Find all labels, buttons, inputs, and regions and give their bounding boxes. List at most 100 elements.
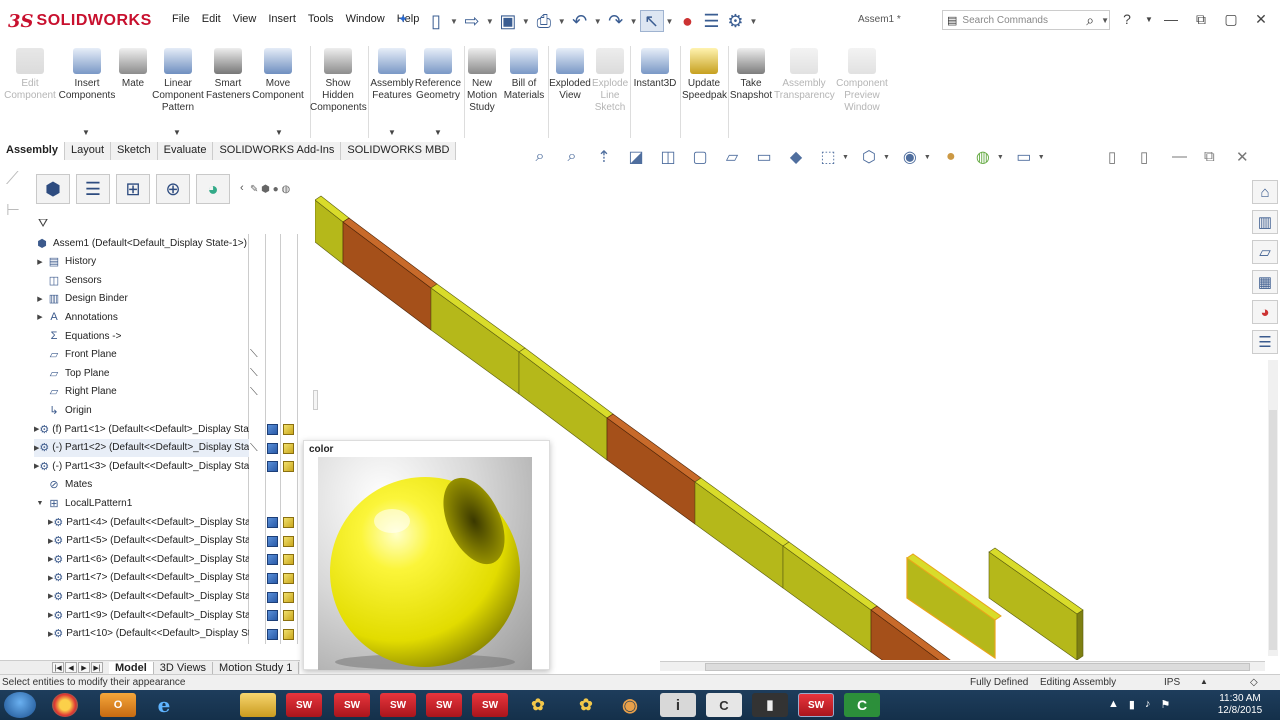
hidden-plane-icon[interactable]: ⟍ [250, 367, 258, 380]
display-state-icon[interactable] [267, 461, 278, 472]
move-component-button[interactable]: Move Component [250, 48, 306, 102]
tree-item-right-plane[interactable]: ▱ Right Plane [34, 383, 249, 401]
viewport-restore-icon[interactable]: ⧉ [1204, 148, 1215, 165]
appearance-icon[interactable] [283, 592, 294, 603]
appearance-icon[interactable] [283, 573, 294, 584]
display-state-icon[interactable] [267, 592, 278, 603]
collapse-icon[interactable]: ▼ [34, 500, 46, 507]
tree-item-part1-2[interactable]: ▶ ⚙ (-) Part1<2> (Default<<Default>_Displ… [34, 438, 249, 457]
custom-properties-icon[interactable]: ☰ [1252, 330, 1278, 354]
chevron-down-icon[interactable]: ▼ [522, 17, 530, 26]
feature-tree-tab[interactable]: ⬢ [36, 174, 70, 204]
expand-icon[interactable]: ▶ [34, 295, 46, 303]
hidden-icon[interactable]: ⟍ [250, 442, 258, 455]
property-manager-tab[interactable]: ☰ [76, 174, 110, 204]
expand-icon[interactable]: ▶ [34, 313, 46, 321]
apply-scene-icon[interactable]: ◍ [971, 146, 995, 168]
smart-dimension-icon[interactable]: ⊢ [6, 200, 20, 220]
solidworks-icon[interactable]: SW [472, 693, 508, 717]
pin-icon[interactable]: ✦ [398, 12, 408, 26]
outlook-icon[interactable]: O [100, 693, 136, 717]
viewport-minimize-icon[interactable]: — [1172, 148, 1187, 165]
tree-item-part1-9[interactable]: ▶ ⚙ Part1<9> (Default<<Default>_Display S… [34, 606, 249, 624]
solidworks-tool-icon[interactable]: ✿ [568, 693, 604, 717]
next-tab-icon[interactable]: ▶ [78, 662, 90, 673]
tree-item-equations[interactable]: Σ Equations -> [34, 327, 249, 345]
tree-item-front-plane[interactable]: ▱ Front Plane [34, 346, 249, 364]
hide-show-items-icon[interactable]: ◉ [898, 146, 922, 168]
tree-item-part1-4[interactable]: ▶ ⚙ Part1<4> (Default<<Default>_Display S… [34, 513, 249, 531]
zoom-to-area-icon[interactable]: ⌕ [560, 146, 584, 168]
take-snapshot-button[interactable]: Take Snapshot [728, 48, 774, 102]
smart-fasteners-button[interactable]: Smart Fasteners [206, 48, 250, 102]
display-state-icon[interactable] [267, 629, 278, 640]
menu-tools[interactable]: Tools [308, 13, 334, 25]
last-tab-icon[interactable]: ▶| [91, 662, 103, 673]
tree-item-top-plane[interactable]: ▱ Top Plane [34, 364, 249, 382]
mate-button[interactable]: Mate [116, 48, 150, 90]
tab-3d-views[interactable]: 3D Views [154, 661, 214, 674]
bill-of-materials-button[interactable]: Bill of Materials [502, 48, 546, 102]
print-icon[interactable]: ⎙ [532, 10, 556, 32]
tab-solidworks-add-ins[interactable]: SOLIDWORKS Add-Ins [213, 142, 342, 160]
tree-item-mates[interactable]: ⊘ Mates [34, 476, 249, 494]
linear-component-pattern-button[interactable]: Linear Component Pattern [150, 48, 206, 114]
tab-solidworks-mbd[interactable]: SOLIDWORKS MBD [341, 142, 457, 160]
solidworks-icon[interactable]: SW [426, 693, 462, 717]
filter-icon[interactable]: ⛛ [38, 216, 48, 231]
chevron-down-icon[interactable]: ▼ [749, 17, 757, 26]
configuration-manager-tab[interactable]: ⊞ [116, 174, 150, 204]
appearance-icon[interactable] [283, 517, 294, 528]
tab-layout[interactable]: Layout [64, 142, 112, 160]
options-gear-icon[interactable]: ⚙ [723, 10, 747, 32]
chevron-down-icon[interactable]: ▼ [173, 128, 181, 137]
system-clock[interactable]: 11:30 AM 12/8/2015 [1208, 693, 1272, 717]
minimize-icon[interactable]: — [1158, 8, 1184, 30]
insert-components-button[interactable]: Insert Components [58, 48, 116, 102]
solidworks-icon[interactable]: SW [380, 693, 416, 717]
chevron-down-icon[interactable]: ▼ [1101, 16, 1109, 25]
dynamic-annotation-icon[interactable]: ◫ [656, 146, 680, 168]
chevron-down-icon[interactable]: ▼ [486, 17, 494, 26]
viewport-collapse-icon[interactable]: ▯ [1108, 148, 1116, 166]
network-icon[interactable]: ▮ [1129, 698, 1135, 711]
previous-tab-icon[interactable]: ◀ [65, 662, 77, 673]
search-icon[interactable]: ⌕ [1086, 12, 1096, 29]
info-app-icon[interactable]: i [660, 693, 696, 717]
menu-insert[interactable]: Insert [268, 13, 296, 25]
appearance-icon[interactable] [283, 554, 294, 565]
display-state-icon[interactable] [267, 517, 278, 528]
rebuild-traffic-light-icon[interactable]: ● [675, 10, 699, 32]
update-speedpak-button[interactable]: Update Speedpak [682, 48, 727, 102]
assembly-features-button[interactable]: Assembly Features [370, 48, 414, 102]
display-state-icon[interactable] [267, 573, 278, 584]
solidworks-logo[interactable]: 3S SOLIDWORKS [8, 8, 151, 34]
display-manager-tab[interactable]: ◕ [196, 174, 230, 204]
display-state-icon[interactable] [267, 424, 278, 435]
show-hidden-icons-icon[interactable]: ▲ [1108, 698, 1119, 711]
panel-splitter-handle[interactable] [313, 390, 318, 410]
appearance-icon[interactable] [283, 536, 294, 547]
show-hidden-components-button[interactable]: Show Hidden Components [310, 48, 367, 114]
chevron-down-icon[interactable]: ▼ [388, 128, 396, 137]
display-state-icon[interactable] [267, 610, 278, 621]
tree-item-annotations[interactable]: ▶ A Annotations [34, 308, 249, 326]
select-cursor-icon[interactable]: ↖ [639, 10, 664, 32]
solidworks-resources-home-icon[interactable]: ⌂ [1252, 180, 1278, 204]
file-properties-icon[interactable]: ☰ [699, 10, 723, 32]
solidworks-tool-icon[interactable]: ✿ [520, 693, 556, 717]
search-commands-box[interactable]: ▤ Search Commands ⌕ ▼ [942, 10, 1110, 30]
view-front-icon[interactable]: ▢ [688, 146, 712, 168]
tree-item-part1-10[interactable]: ▶ ⚙ Part1<10> (Default<<Default>_Display … [34, 625, 249, 643]
chevron-down-icon[interactable]: ▼ [594, 17, 602, 26]
redo-icon[interactable]: ↷ [604, 10, 628, 32]
viewport-close-icon[interactable]: ✕ [1236, 148, 1249, 166]
tree-root-assembly[interactable]: ⬢ Assem1 (Default<Default_Display State-… [34, 234, 249, 252]
horizontal-scrollbar[interactable] [660, 661, 1265, 671]
display-state-icon[interactable] [267, 554, 278, 565]
first-tab-icon[interactable]: |◀ [52, 662, 64, 673]
chevron-down-icon[interactable]: ▼ [82, 128, 90, 137]
new-document-icon[interactable]: ▯ [424, 10, 448, 32]
tab-assembly[interactable]: Assembly [0, 142, 65, 160]
tree-item-part1-8[interactable]: ▶ ⚙ Part1<8> (Default<<Default>_Display S… [34, 587, 249, 605]
